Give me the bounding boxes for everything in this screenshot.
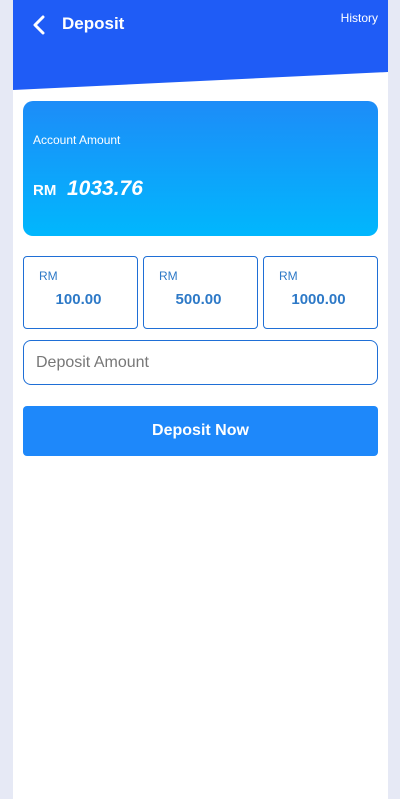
back-button[interactable] (27, 12, 51, 38)
preset-currency: RM (159, 269, 178, 283)
history-link[interactable]: History (341, 11, 378, 26)
preset-value: 1000.00 (291, 291, 346, 308)
preset-amount-1000[interactable]: RM 1000.00 (263, 256, 378, 329)
deposit-screen: Deposit History Account Amount RM 1033.7… (13, 0, 388, 799)
deposit-amount-input[interactable] (23, 340, 378, 385)
deposit-now-button[interactable]: Deposit Now (23, 406, 378, 456)
preset-value: 100.00 (55, 291, 102, 308)
preset-value: 500.00 (175, 291, 222, 308)
preset-currency: RM (39, 269, 58, 283)
preset-amount-500[interactable]: RM 500.00 (143, 256, 258, 329)
preset-currency: RM (279, 269, 298, 283)
balance-label: Account Amount (33, 133, 121, 147)
balance-currency: RM (33, 182, 57, 199)
balance-card: Account Amount RM 1033.76 (23, 101, 378, 236)
balance-value: 1033.76 (67, 177, 143, 200)
preset-amount-100[interactable]: RM 100.00 (23, 256, 138, 329)
chevron-left-icon (33, 15, 45, 35)
page-title: Deposit (62, 14, 125, 33)
preset-amounts: RM 100.00 RM 500.00 RM 1000.00 (23, 256, 378, 329)
